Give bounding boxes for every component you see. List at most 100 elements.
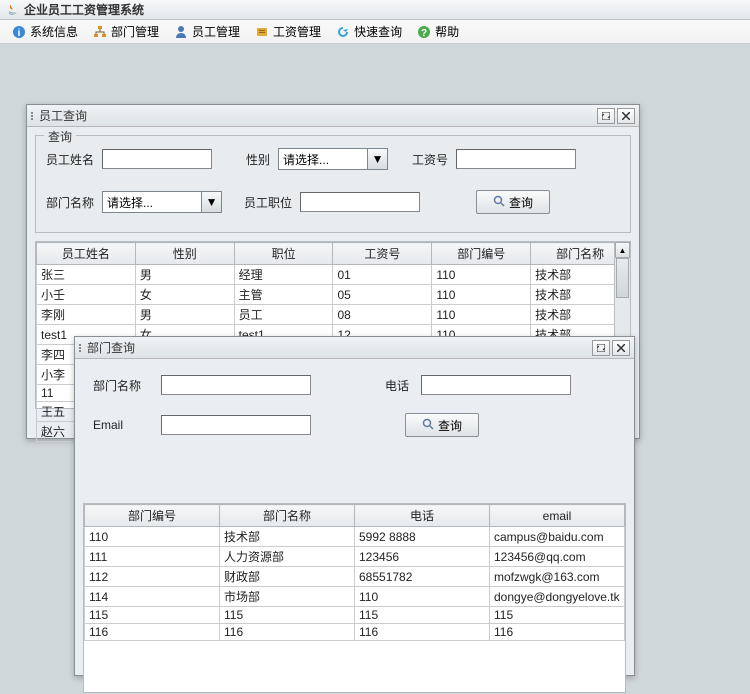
emp-name-input[interactable] <box>102 149 212 169</box>
table-row[interactable]: 李刚男员工08110技术部 <box>37 305 630 325</box>
cell: 110 <box>432 265 531 285</box>
cell: 女 <box>135 285 234 305</box>
label-emp-name: 员工姓名 <box>46 151 94 168</box>
menu-system-info[interactable]: i 系统信息 <box>6 23 83 40</box>
chevron-down-icon[interactable]: ▼ <box>368 148 388 170</box>
cell: 110 <box>355 587 490 607</box>
label-gender: 性别 <box>246 151 270 168</box>
salary-id-input[interactable] <box>456 149 576 169</box>
app-titlebar: 企业员工工资管理系统 <box>0 0 750 20</box>
close-button[interactable] <box>612 340 630 356</box>
cell: 员工 <box>234 305 333 325</box>
table-row[interactable]: 115115115115 <box>85 607 625 624</box>
cell: 01 <box>333 265 432 285</box>
column-header[interactable]: 电话 <box>355 505 490 527</box>
cell: 张三 <box>37 265 136 285</box>
table-row[interactable]: 张三男经理01110技术部 <box>37 265 630 285</box>
position-input[interactable] <box>300 192 420 212</box>
column-header[interactable]: 部门编号 <box>432 243 531 265</box>
menu-label: 快速查询 <box>354 23 402 40</box>
query-fieldset: 查询 员工姓名 性别 请选择... ▼ 工资号 部门名称 请选择... ▼ <box>35 135 631 233</box>
money-icon <box>254 24 270 40</box>
column-header[interactable]: email <box>490 505 625 527</box>
cell: 110 <box>432 285 531 305</box>
cell: 男 <box>135 305 234 325</box>
department-table: 部门编号部门名称电话email 110技术部5992 8888campus@ba… <box>84 504 625 641</box>
cell: 男 <box>135 265 234 285</box>
menu-emp-mgmt[interactable]: 员工管理 <box>168 23 245 40</box>
menu-label: 帮助 <box>435 23 459 40</box>
maximize-button[interactable] <box>597 108 615 124</box>
menu-label: 员工管理 <box>192 23 240 40</box>
column-header[interactable]: 职位 <box>234 243 333 265</box>
svg-text:i: i <box>18 28 21 39</box>
window-title: 员工查询 <box>39 107 597 124</box>
column-header[interactable]: 部门名称 <box>220 505 355 527</box>
label-email: Email <box>93 418 149 432</box>
search-icon <box>422 418 434 433</box>
search-button[interactable]: 查询 <box>476 190 550 214</box>
fieldset-legend: 查询 <box>44 128 76 145</box>
cell: 116 <box>355 624 490 641</box>
table-row[interactable]: 110技术部5992 8888campus@baidu.com <box>85 527 625 547</box>
maximize-button[interactable] <box>592 340 610 356</box>
menu-salary-mgmt[interactable]: 工资管理 <box>249 23 326 40</box>
cell: campus@baidu.com <box>490 527 625 547</box>
grip-icon <box>31 112 33 120</box>
combo-value: 请选择... <box>102 191 202 213</box>
cell: 05 <box>333 285 432 305</box>
column-header[interactable]: 性别 <box>135 243 234 265</box>
svg-text:?: ? <box>421 28 427 39</box>
table-row[interactable]: 112财政部68551782mofzwgk@163.com <box>85 567 625 587</box>
label-salary-id: 工资号 <box>412 151 448 168</box>
cell: 主管 <box>234 285 333 305</box>
cell: 115 <box>85 607 220 624</box>
department-table-wrap: 部门编号部门名称电话email 110技术部5992 8888campus@ba… <box>83 503 626 693</box>
menu-help[interactable]: ? 帮助 <box>411 23 464 40</box>
info-icon: i <box>11 24 27 40</box>
cell: 财政部 <box>220 567 355 587</box>
cell: 110 <box>432 305 531 325</box>
dept-name-input[interactable] <box>161 375 311 395</box>
scroll-up-icon[interactable]: ▲ <box>615 242 630 258</box>
app-title: 企业员工工资管理系统 <box>24 1 144 18</box>
chevron-down-icon[interactable]: ▼ <box>202 191 222 213</box>
cell: 人力资源部 <box>220 547 355 567</box>
dept-query-form: 部门名称 电话 Email 查询 <box>75 359 634 463</box>
grip-icon <box>79 344 81 352</box>
menu-dept-mgmt[interactable]: 部门管理 <box>87 23 164 40</box>
column-header[interactable]: 部门编号 <box>85 505 220 527</box>
cell: 114 <box>85 587 220 607</box>
combo-value: 请选择... <box>278 148 368 170</box>
table-row[interactable]: 小壬女主管05110技术部 <box>37 285 630 305</box>
table-row[interactable]: 114市场部110dongye@dongyelove.tk <box>85 587 625 607</box>
table-row[interactable]: 116116116116 <box>85 624 625 641</box>
org-icon <box>92 24 108 40</box>
cell: 115 <box>220 607 355 624</box>
label-dept-name: 部门名称 <box>46 194 94 211</box>
cell: 115 <box>355 607 490 624</box>
gender-combo[interactable]: 请选择... ▼ <box>278 148 388 170</box>
cell: 08 <box>333 305 432 325</box>
cell: 经理 <box>234 265 333 285</box>
window-titlebar[interactable]: 员工查询 <box>27 105 639 127</box>
column-header[interactable]: 工资号 <box>333 243 432 265</box>
window-titlebar[interactable]: 部门查询 <box>75 337 634 359</box>
cell: 116 <box>220 624 355 641</box>
table-row[interactable]: 111人力资源部123456123456@qq.com <box>85 547 625 567</box>
button-label: 查询 <box>438 417 462 434</box>
scroll-thumb[interactable] <box>616 258 629 298</box>
window-title: 部门查询 <box>87 339 592 356</box>
dept-combo[interactable]: 请选择... ▼ <box>102 191 222 213</box>
cell: 市场部 <box>220 587 355 607</box>
email-input[interactable] <box>161 415 311 435</box>
menu-quick-query[interactable]: 快速查询 <box>330 23 407 40</box>
phone-input[interactable] <box>421 375 571 395</box>
close-button[interactable] <box>617 108 635 124</box>
menu-label: 部门管理 <box>111 23 159 40</box>
search-button[interactable]: 查询 <box>405 413 479 437</box>
cell: 112 <box>85 567 220 587</box>
menubar: i 系统信息 部门管理 员工管理 工资管理 快速查询 ? 帮助 <box>0 20 750 44</box>
column-header[interactable]: 员工姓名 <box>37 243 136 265</box>
java-icon <box>6 3 20 17</box>
